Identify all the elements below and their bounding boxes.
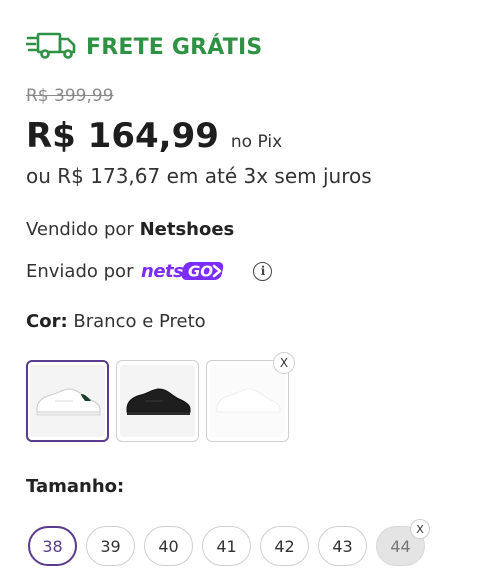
- size-option-44[interactable]: 44 X: [376, 519, 430, 566]
- svg-text:GO: GO: [188, 263, 213, 281]
- size-options: 38 39 40 41 42 43 44 X: [28, 519, 430, 566]
- size-option-40[interactable]: 40: [144, 526, 193, 566]
- info-icon[interactable]: i: [253, 261, 273, 281]
- size-label: Tamanho:: [26, 476, 125, 497]
- sneaker-white-black-image: [30, 365, 105, 437]
- pix-label: no Pix: [230, 132, 283, 152]
- seller-prefix: Vendido por: [26, 219, 134, 240]
- sneaker-black-image: [120, 365, 195, 437]
- svg-text:nets: nets: [141, 261, 184, 282]
- free-shipping-label: FRETE GRÁTIS: [86, 34, 263, 60]
- size-option-42[interactable]: 42: [260, 526, 309, 566]
- color-swatch-branco[interactable]: X: [206, 352, 295, 442]
- price-row: R$ 164,99 no Pix: [26, 116, 282, 156]
- shipped-by-info: Enviado por nets GO i: [26, 259, 273, 283]
- fast-truck-icon: [24, 30, 78, 64]
- installments-text: ou R$ 173,67 em até 3x sem juros: [26, 164, 372, 188]
- netsgo-logo: nets GO: [141, 259, 241, 283]
- unavailable-x-icon: X: [410, 519, 430, 539]
- unavailable-x-icon: X: [273, 352, 295, 374]
- current-price: R$ 164,99: [26, 116, 219, 156]
- size-option-43[interactable]: 43: [318, 526, 367, 566]
- size-option-44-label: 44: [390, 536, 411, 556]
- color-swatch-branco-e-preto[interactable]: [26, 360, 109, 442]
- size-option-38[interactable]: 38: [28, 526, 77, 566]
- seller-name: Netshoes: [139, 219, 235, 240]
- free-shipping-banner: FRETE GRÁTIS: [24, 30, 263, 64]
- size-option-39[interactable]: 39: [86, 526, 135, 566]
- color-label-row: Cor: Branco e Preto: [26, 311, 206, 332]
- seller-info: Vendido por Netshoes: [26, 219, 234, 240]
- color-swatch-preto[interactable]: [116, 360, 199, 442]
- sneaker-white-image: [210, 365, 285, 437]
- color-swatches: X: [26, 352, 295, 442]
- color-selected-value: Branco e Preto: [73, 311, 206, 332]
- size-option-41[interactable]: 41: [202, 526, 251, 566]
- color-label: Cor:: [26, 311, 68, 332]
- shipped-by-prefix: Enviado por: [26, 260, 134, 282]
- original-price: R$ 399,99: [26, 86, 114, 106]
